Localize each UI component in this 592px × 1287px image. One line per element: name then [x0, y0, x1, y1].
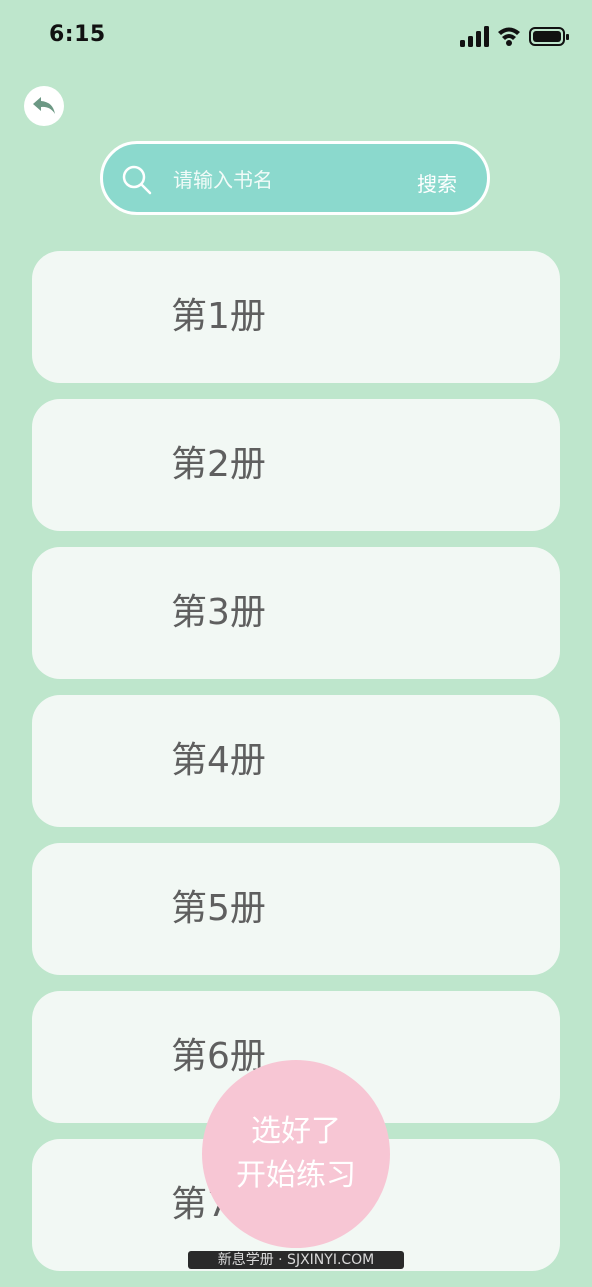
- watermark: 新息学册 · SJXINYI.COM: [188, 1251, 404, 1269]
- book-card-1[interactable]: 第1册: [32, 251, 560, 383]
- battery-icon: [529, 27, 569, 46]
- book-card-4[interactable]: 第4册: [32, 695, 560, 827]
- back-arrow-icon: [33, 97, 55, 114]
- status-bar: 6:15: [0, 0, 592, 72]
- search-bar: 搜索: [100, 141, 490, 215]
- search-button[interactable]: 搜索: [417, 168, 457, 197]
- wifi-icon: [498, 27, 520, 46]
- book-card-3[interactable]: 第3册: [32, 547, 560, 679]
- status-icons: [460, 26, 569, 47]
- search-icon: [122, 165, 152, 195]
- book-card-5[interactable]: 第5册: [32, 843, 560, 975]
- start-practice-button[interactable]: 选好了 开始练习: [202, 1060, 390, 1248]
- book-card-label: 第3册: [171, 592, 266, 633]
- book-card-2[interactable]: 第2册: [32, 399, 560, 531]
- book-card-label: 第1册: [171, 296, 266, 337]
- back-button[interactable]: [24, 86, 64, 126]
- status-time: 6:15: [49, 22, 106, 47]
- search-input[interactable]: [173, 162, 393, 198]
- signal-icon: [460, 26, 489, 47]
- book-card-label: 第2册: [171, 444, 266, 485]
- start-button-line2: 开始练习: [236, 1158, 356, 1193]
- book-card-label: 第5册: [171, 888, 266, 929]
- book-card-label: 第4册: [171, 740, 266, 781]
- start-button-line1: 选好了: [251, 1114, 341, 1149]
